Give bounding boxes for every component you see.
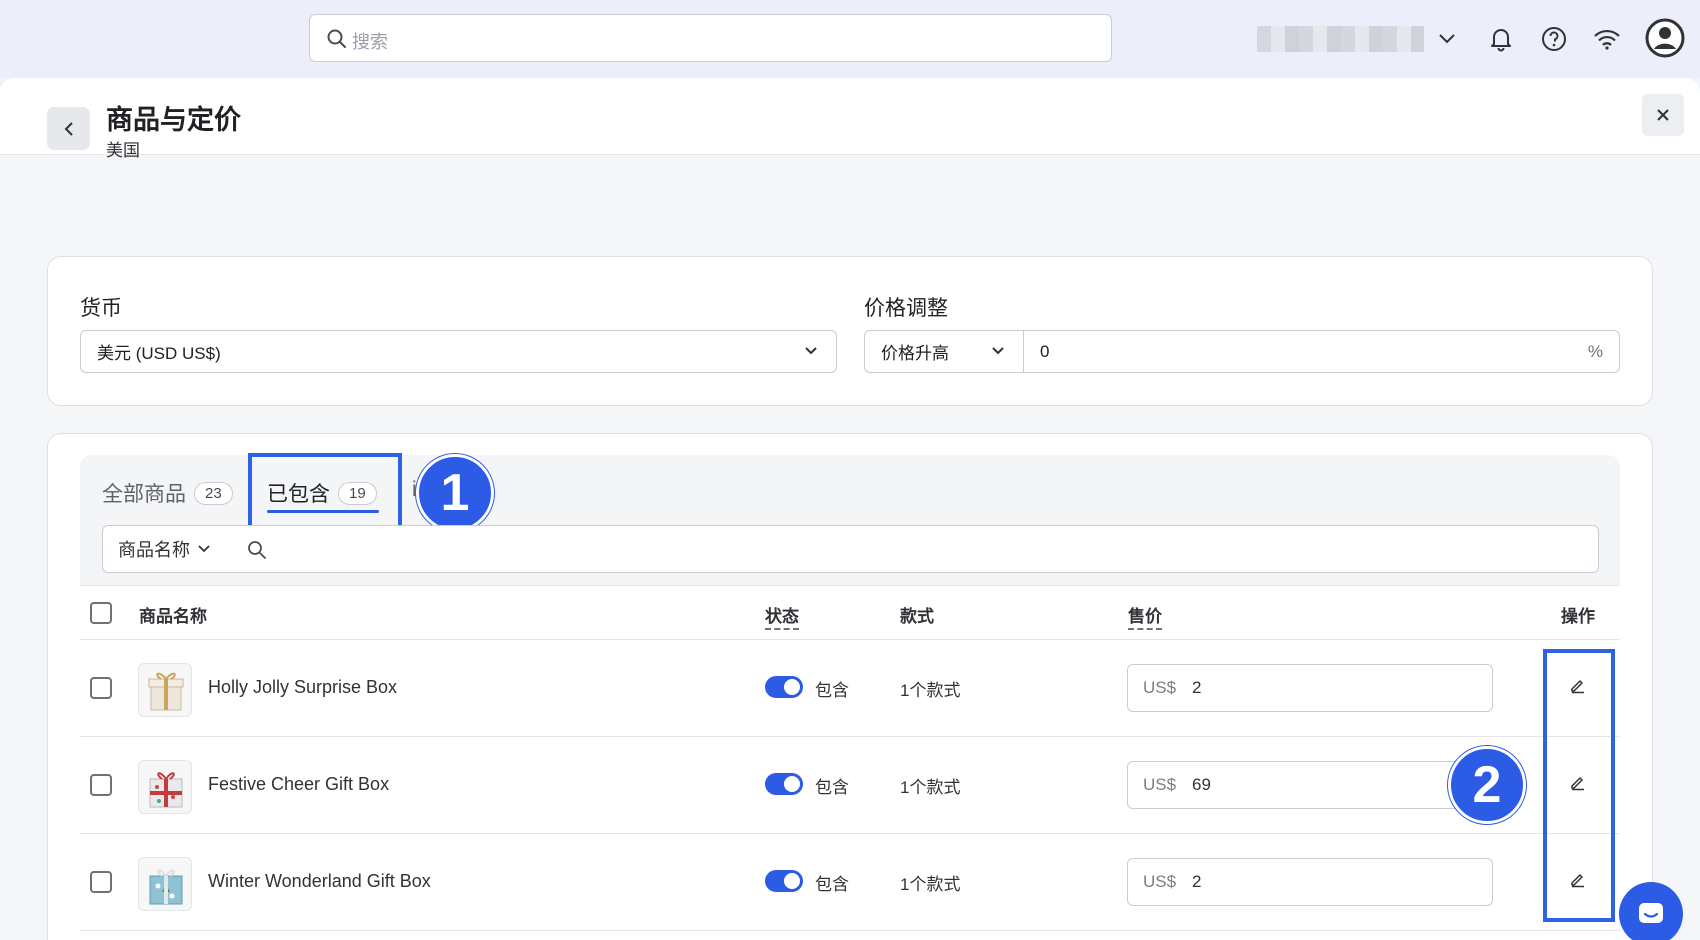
header-variants: 款式 bbox=[900, 607, 934, 626]
search-icon bbox=[248, 541, 266, 559]
header-status: 状态 bbox=[765, 602, 799, 630]
step-badge-1: 1 bbox=[416, 454, 494, 532]
product-search-input[interactable] bbox=[231, 525, 1599, 573]
currency-prefix: US$ bbox=[1143, 775, 1177, 794]
table-header: 商品名称 状态 款式 售价 操作 bbox=[80, 585, 1620, 640]
header-actions: 操作 bbox=[1561, 607, 1595, 626]
select-all-checkbox[interactable] bbox=[90, 602, 112, 624]
global-search-input[interactable]: 搜索 bbox=[309, 14, 1112, 62]
include-toggle[interactable] bbox=[765, 773, 803, 795]
step-badge-2: 2 bbox=[1448, 746, 1526, 824]
row-checkbox[interactable] bbox=[90, 774, 112, 796]
top-bar: 搜索 bbox=[0, 0, 1700, 78]
variant-count: 1个款式 bbox=[900, 778, 961, 797]
status-text: 包含 bbox=[815, 778, 849, 797]
price-value: 2 bbox=[1192, 678, 1202, 697]
price-value: 2 bbox=[1192, 872, 1202, 891]
count-badge: 23 bbox=[194, 481, 233, 505]
price-input[interactable]: US$ 2 bbox=[1127, 858, 1493, 906]
percent-unit: % bbox=[1587, 342, 1603, 361]
account-name-blurred[interactable] bbox=[1257, 26, 1424, 52]
header-price: 售价 bbox=[1128, 602, 1162, 630]
currency-prefix: US$ bbox=[1143, 872, 1177, 891]
chevron-down-icon bbox=[992, 347, 1004, 355]
page-subtitle: 美国 bbox=[106, 141, 140, 160]
variant-count: 1个款式 bbox=[900, 875, 961, 894]
tab-all-products[interactable]: 全部商品 23 bbox=[102, 478, 233, 508]
include-toggle[interactable] bbox=[765, 870, 803, 892]
close-button[interactable] bbox=[1642, 94, 1684, 136]
variant-count: 1个款式 bbox=[900, 681, 961, 700]
chevron-down-icon bbox=[198, 545, 210, 553]
chat-widget-button[interactable] bbox=[1619, 882, 1683, 940]
product-name[interactable]: Winter Wonderland Gift Box bbox=[208, 871, 431, 892]
price-input[interactable]: US$ 2 bbox=[1127, 664, 1493, 712]
status-text: 包含 bbox=[815, 875, 849, 894]
product-thumbnail bbox=[138, 663, 192, 717]
row-checkbox[interactable] bbox=[90, 871, 112, 893]
row-checkbox[interactable] bbox=[90, 677, 112, 699]
panel-header bbox=[0, 78, 1700, 155]
edit-column-highlight-box bbox=[1543, 649, 1615, 922]
table-row: Festive Cheer Gift Box 包含 1个款式 US$ 69 bbox=[80, 737, 1620, 834]
bell-icon[interactable] bbox=[1484, 22, 1518, 56]
price-adjust-label: 价格调整 bbox=[864, 297, 948, 320]
price-value: 69 bbox=[1192, 775, 1211, 794]
wifi-icon[interactable] bbox=[1590, 22, 1624, 56]
close-icon bbox=[1657, 109, 1669, 121]
price-adjust-mode: 价格升高 bbox=[881, 344, 949, 363]
currency-value: 美元 (USD US$) bbox=[97, 344, 221, 363]
price-adjust-value: 0 bbox=[1040, 341, 1050, 361]
chat-icon bbox=[1639, 903, 1663, 923]
avatar-icon[interactable] bbox=[1645, 18, 1685, 58]
price-adjust-value-input[interactable]: 0 % bbox=[1023, 330, 1620, 373]
chevron-down-icon bbox=[805, 347, 817, 355]
filter-field-select[interactable]: 商品名称 bbox=[102, 525, 232, 573]
price-adjust-mode-select[interactable]: 价格升高 bbox=[864, 330, 1024, 373]
currency-select[interactable]: 美元 (USD US$) bbox=[80, 330, 837, 373]
product-thumbnail bbox=[138, 857, 192, 911]
table-row: Holly Jolly Surprise Box 包含 1个款式 US$ 2 bbox=[80, 640, 1620, 737]
chevron-left-icon bbox=[64, 121, 73, 136]
status-text: 包含 bbox=[815, 681, 849, 700]
currency-label: 货币 bbox=[80, 297, 122, 320]
chevron-down-icon[interactable] bbox=[1430, 22, 1464, 56]
price-input[interactable]: US$ 69 bbox=[1127, 761, 1493, 809]
header-name: 商品名称 bbox=[139, 607, 207, 626]
table-row: Winter Wonderland Gift Box 包含 1个款式 US$ 2 bbox=[80, 834, 1620, 931]
search-icon bbox=[326, 28, 348, 55]
tab-label: 全部商品 bbox=[102, 483, 186, 506]
filter-field-label: 商品名称 bbox=[118, 540, 190, 560]
product-name[interactable]: Holly Jolly Surprise Box bbox=[208, 677, 397, 698]
tab-highlight-box bbox=[248, 453, 402, 534]
product-thumbnail bbox=[138, 760, 192, 814]
include-toggle[interactable] bbox=[765, 676, 803, 698]
page-title: 商品与定价 bbox=[106, 105, 241, 135]
help-icon[interactable] bbox=[1537, 22, 1571, 56]
search-placeholder: 搜索 bbox=[352, 32, 388, 52]
currency-prefix: US$ bbox=[1143, 678, 1177, 697]
product-name[interactable]: Festive Cheer Gift Box bbox=[208, 774, 389, 795]
back-button[interactable] bbox=[47, 107, 90, 150]
